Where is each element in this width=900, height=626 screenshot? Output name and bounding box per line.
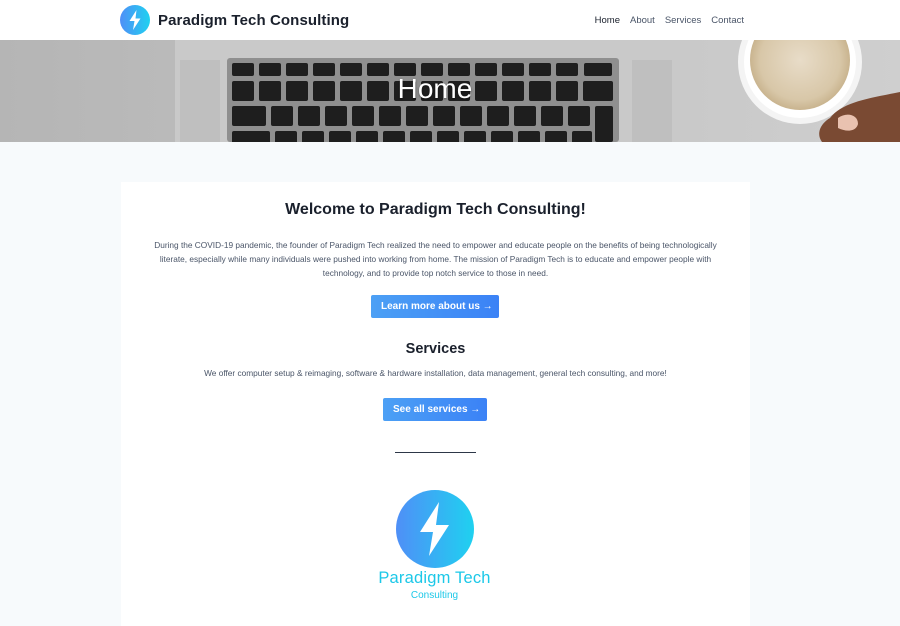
content-card: Welcome to Paradigm Tech Consulting! Dur… [121, 182, 750, 626]
nav-contact[interactable]: Contact [711, 15, 744, 26]
brand-name: Paradigm Tech Consulting [158, 11, 350, 29]
lightning-bolt-logo-icon [396, 490, 474, 568]
nav-home[interactable]: Home [595, 15, 620, 26]
brand-link[interactable]: Paradigm Tech Consulting [120, 5, 349, 35]
logo-wordmark: Paradigm Tech [378, 569, 491, 587]
nav-services[interactable]: Services [665, 15, 701, 26]
site-header: Paradigm Tech Consulting Home About Serv… [0, 0, 900, 40]
services-text: We offer computer setup & reimaging, sof… [204, 368, 667, 378]
services-title: Services [405, 341, 466, 357]
learn-more-button[interactable]: Learn more about us → [371, 295, 499, 318]
main-nav: Home About Services Contact [595, 0, 744, 40]
lightning-bolt-icon [120, 5, 150, 35]
hero-title: Home [397, 73, 473, 104]
welcome-title: Welcome to Paradigm Tech Consulting! [285, 201, 586, 218]
nav-about[interactable]: About [630, 15, 655, 26]
section-divider [395, 452, 476, 453]
logo-subtitle: Consulting [410, 590, 459, 601]
hero-banner: Home [0, 40, 900, 142]
see-all-services-button[interactable]: See all services → [383, 398, 487, 421]
intro-text: During the COVID-19 pandemic, the founde… [154, 240, 717, 278]
